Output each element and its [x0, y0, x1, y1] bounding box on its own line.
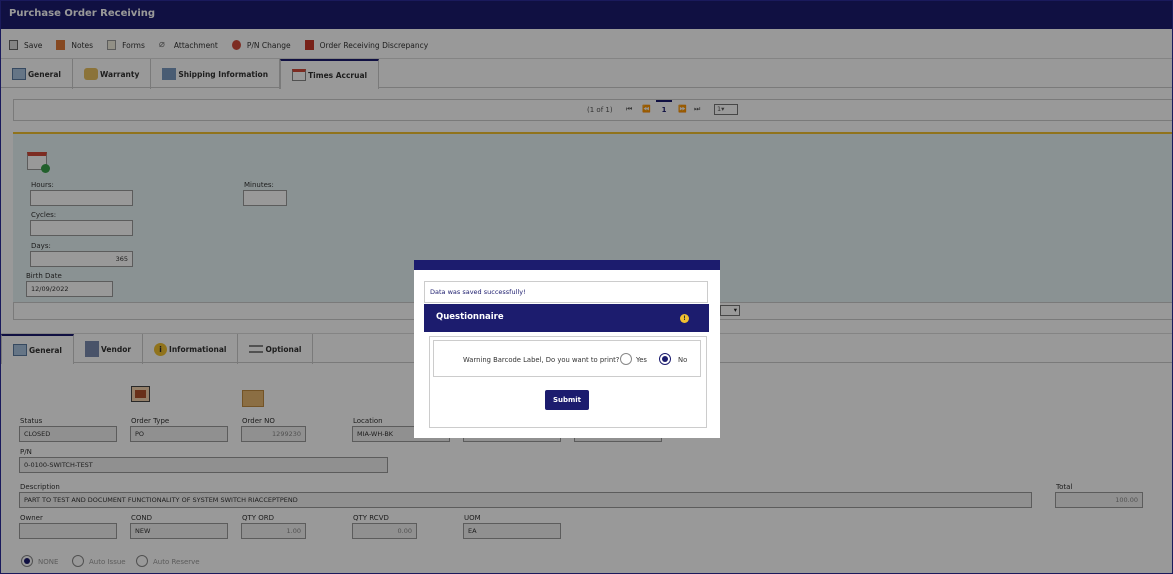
radio-no[interactable]: [659, 353, 671, 365]
radio-yes-label: Yes: [636, 356, 647, 364]
info-icon[interactable]: !: [680, 314, 689, 323]
success-message-box: Data was saved successfully!: [424, 281, 708, 303]
question-row: Warning Barcode Label, Do you want to pr…: [433, 340, 701, 377]
success-message: Data was saved successfully!: [430, 288, 526, 296]
question-text: Warning Barcode Label, Do you want to pr…: [463, 356, 620, 364]
app-window: Purchase Order Receiving Save Notes Form…: [0, 0, 1173, 574]
questionnaire-header: Questionnaire !: [424, 304, 709, 332]
questionnaire-title: Questionnaire: [436, 312, 504, 322]
questionnaire-dialog: Data was saved successfully! Questionnai…: [414, 260, 720, 438]
radio-no-label: No: [678, 356, 688, 364]
submit-button[interactable]: Submit: [545, 390, 589, 410]
radio-yes[interactable]: [620, 353, 632, 365]
questionnaire-body: Warning Barcode Label, Do you want to pr…: [429, 336, 707, 428]
